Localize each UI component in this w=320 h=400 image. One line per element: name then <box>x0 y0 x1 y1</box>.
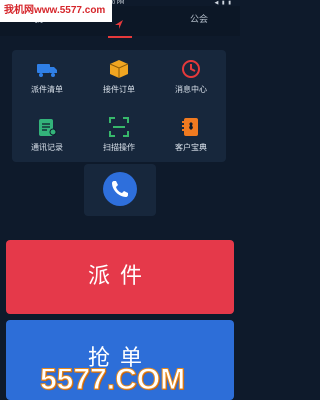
tile-label: 通讯记录 <box>31 143 63 152</box>
compass-arrow-icon <box>115 20 123 29</box>
tile-label: 消息中心 <box>175 85 207 94</box>
contacts-book-icon <box>182 118 198 136</box>
function-grid: 派件清单 接件订单 消息中心 通讯记录 扫描操作 客户宝典 <box>12 50 226 162</box>
call-button[interactable] <box>103 172 137 206</box>
active-tab-indicator <box>108 36 132 38</box>
tile-call-log[interactable]: 通讯记录 <box>12 108 82 162</box>
clock-icon <box>182 60 200 78</box>
site-banner: 我机网www.5577.com <box>0 0 112 22</box>
notepad-icon <box>39 119 57 136</box>
truck-icon <box>37 64 57 77</box>
tile-customer-book[interactable]: 客户宝典 <box>156 108 226 162</box>
tile-scan[interactable]: 扫描操作 <box>84 108 154 162</box>
tile-label: 派件清单 <box>31 85 63 94</box>
dispatch-button[interactable]: 派件 <box>6 240 234 314</box>
tile-label: 扫描操作 <box>103 143 135 152</box>
tile-pickup-orders[interactable]: 接件订单 <box>84 50 154 104</box>
tile-message-center[interactable]: 消息中心 <box>156 50 226 104</box>
watermark: 5577.COM <box>40 363 186 397</box>
tile-label: 接件订单 <box>103 85 135 94</box>
box-icon <box>109 60 129 78</box>
tile-label: 客户宝典 <box>175 143 207 152</box>
phone-panel <box>84 164 156 216</box>
tab-union[interactable]: 公会 <box>190 12 208 25</box>
tile-delivery-list[interactable]: 派件清单 <box>12 50 82 104</box>
phone-icon <box>112 181 128 197</box>
scan-icon <box>109 117 129 137</box>
